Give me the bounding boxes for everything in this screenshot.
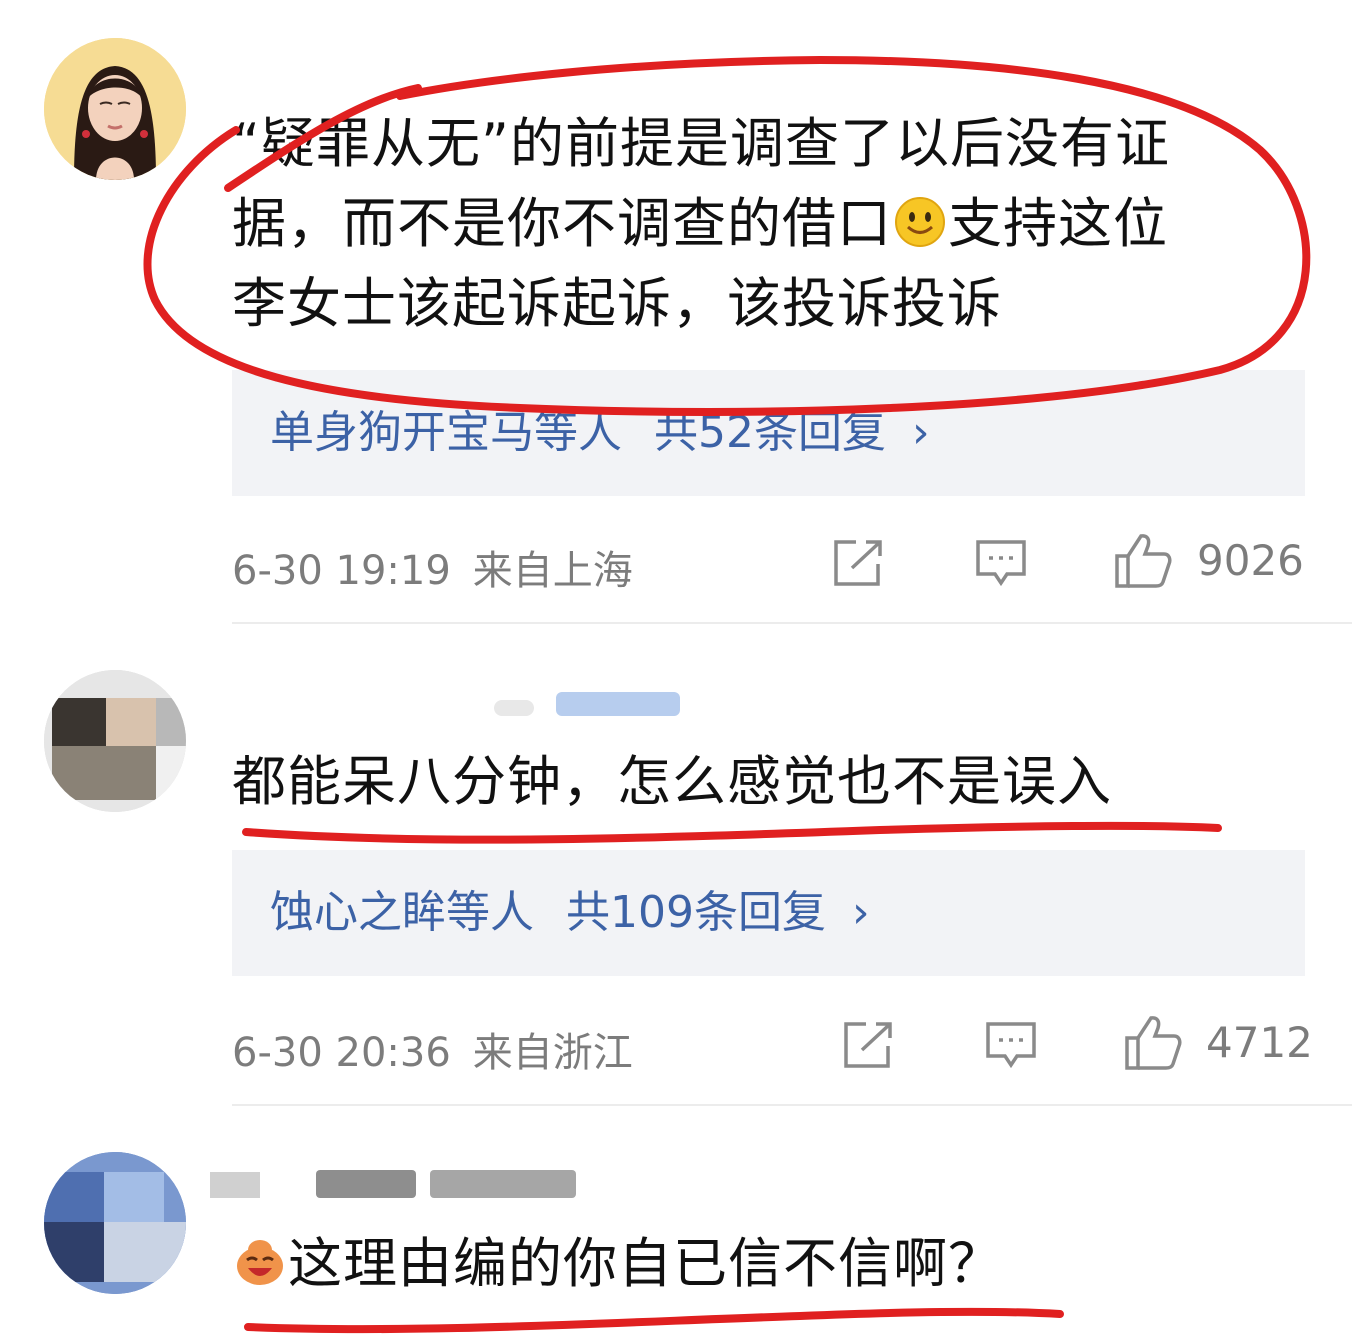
user-avatar[interactable] (44, 670, 186, 812)
laughing-emoji-icon (237, 1240, 283, 1285)
comment-line: 都能呆八分钟，怎么感觉也不是误入 (232, 750, 1112, 813)
comment-text: “疑罪从无”的前提是调查了以后没有证 据，而不是你不调查的借口 支持这位 李女士该… (232, 104, 1267, 344)
comment-text: 这理由编的你自已信不信啊？ (232, 1224, 1267, 1304)
thumbs-up-icon[interactable] (1124, 1014, 1182, 1070)
comment-line-part: 这理由编的你自已信不信啊？ (288, 1232, 1003, 1295)
blurred-username (494, 700, 534, 716)
comment-line: 据，而不是你不调查的借口 支持这位 (232, 184, 1267, 264)
comment-line: 李女士该起诉起诉，该投诉投诉 (232, 272, 1002, 335)
chevron-right-icon: › (851, 887, 870, 938)
reply-names[interactable]: 单身狗开宝马等人 (270, 407, 622, 458)
blurred-username (430, 1170, 576, 1198)
blurred-badge (556, 692, 680, 716)
timestamp: 6-30 19:19 (232, 548, 451, 594)
user-avatar[interactable] (44, 38, 186, 180)
comment-line: “疑罪从无”的前提是调查了以后没有证 (232, 112, 1170, 175)
chevron-right-icon: › (912, 407, 930, 458)
blurred-username (316, 1170, 416, 1198)
comment-icon[interactable] (974, 538, 1028, 588)
like-count: 4712 (1206, 1018, 1313, 1067)
annotation-underline (244, 1307, 1064, 1334)
like-count: 9026 (1197, 536, 1304, 585)
divider (232, 622, 1352, 624)
divider (232, 1104, 1352, 1106)
share-icon[interactable] (842, 1020, 896, 1070)
reply-count[interactable]: 共109条回复 (566, 887, 826, 938)
user-avatar[interactable] (44, 1152, 186, 1294)
annotation-underline (242, 821, 1222, 844)
location: 来自浙江 (472, 1030, 633, 1076)
reply-count[interactable]: 共52条回复 (654, 407, 886, 458)
thumbs-up-icon[interactable] (1114, 532, 1172, 588)
comment-line-part: 支持这位 (948, 192, 1168, 255)
comment-meta: 6-30 20:36 来自浙江 (232, 1020, 633, 1078)
smile-emoji-icon (895, 197, 945, 247)
comment-line: 这理由编的你自已信不信啊？ (232, 1224, 1267, 1304)
reply-summary[interactable]: 蚀心之眸等人 共109条回复 › (232, 850, 1305, 976)
location: 来自上海 (472, 548, 633, 594)
timestamp: 6-30 20:36 (232, 1030, 451, 1076)
blurred-username (210, 1172, 260, 1198)
reply-names[interactable]: 蚀心之眸等人 (270, 887, 534, 938)
comment-line-part: 据，而不是你不调查的借口 (232, 192, 892, 255)
reply-summary[interactable]: 单身狗开宝马等人 共52条回复 › (232, 370, 1305, 496)
comment-text: 都能呆八分钟，怎么感觉也不是误入 (232, 742, 1267, 822)
comment-icon[interactable] (984, 1020, 1038, 1070)
comment-meta: 6-30 19:19 来自上海 (232, 538, 633, 596)
share-icon[interactable] (832, 538, 886, 588)
